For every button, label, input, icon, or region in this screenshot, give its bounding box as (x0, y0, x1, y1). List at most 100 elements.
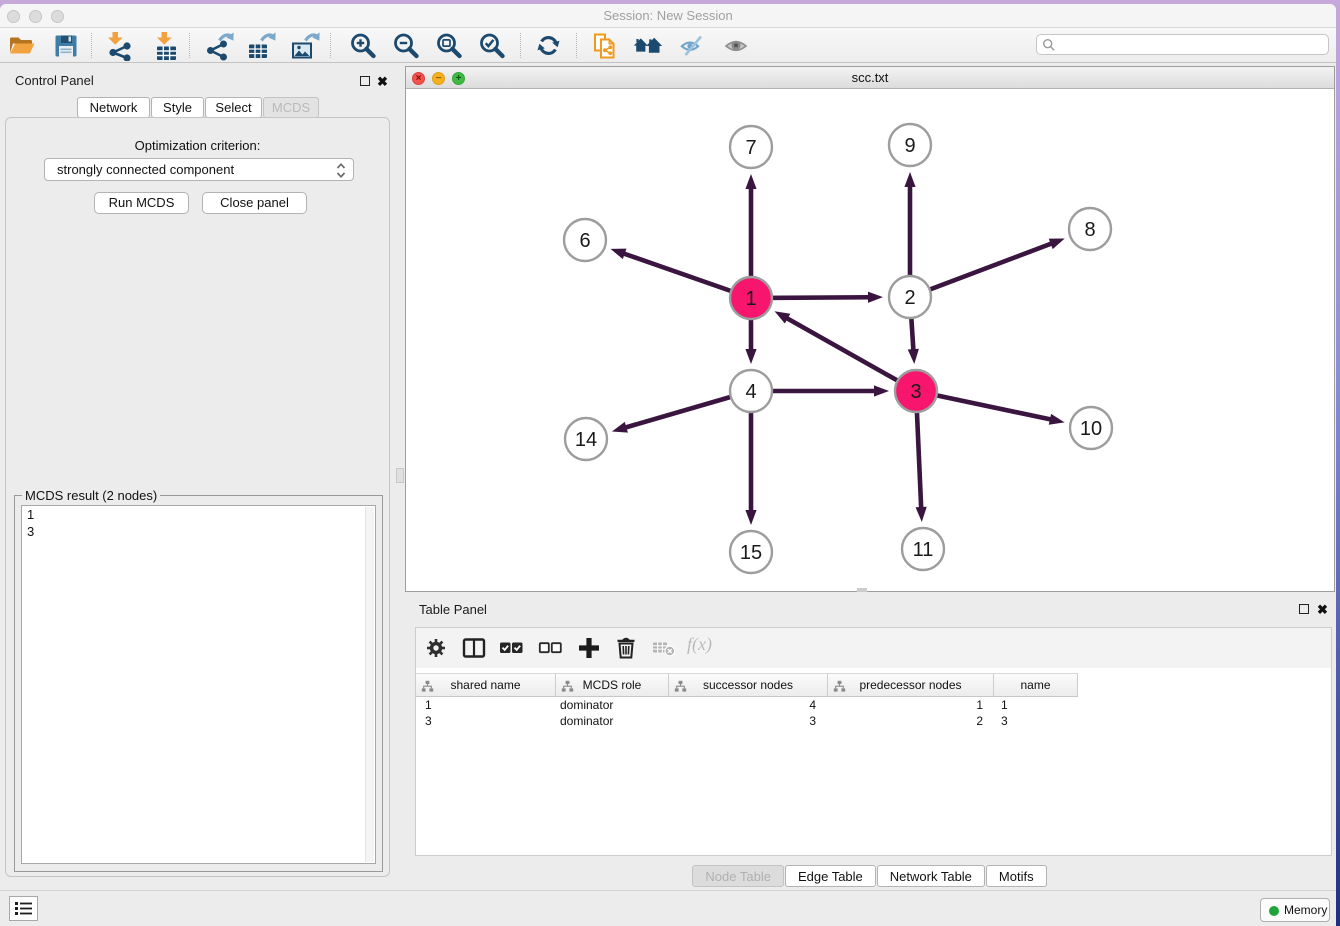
show-details-icon[interactable] (722, 31, 752, 61)
export-image-icon[interactable] (290, 31, 320, 61)
graph-node-2[interactable]: 2 (889, 276, 931, 318)
home-view-icon[interactable] (633, 31, 663, 61)
toolbar-separator (520, 33, 521, 58)
graph-node-7[interactable]: 7 (730, 126, 772, 168)
table-tab-network-table[interactable]: Network Table (877, 865, 985, 887)
table-panel-float-button[interactable] (1299, 604, 1309, 614)
graph-node-1[interactable]: 1 (730, 277, 772, 319)
export-network-icon[interactable] (204, 31, 234, 61)
add-column-icon[interactable] (575, 634, 603, 662)
run-mcds-button[interactable]: Run MCDS (94, 192, 189, 214)
open-session-icon[interactable] (7, 31, 37, 61)
table-cell[interactable]: dominator (556, 697, 669, 713)
graph-node-4[interactable]: 4 (730, 370, 772, 412)
copy-network-icon[interactable] (590, 31, 620, 61)
table-cell[interactable]: 2 (828, 713, 994, 729)
graph-node-8[interactable]: 8 (1069, 208, 1111, 250)
delete-column-icon[interactable] (612, 634, 640, 662)
graph-edge-3-1[interactable] (775, 311, 916, 391)
control-tab-mcds[interactable]: MCDS (263, 97, 319, 118)
toolbar-separator (91, 33, 92, 58)
table-row[interactable]: 1dominator411 (416, 697, 1078, 713)
select-all-icon[interactable] (497, 634, 525, 662)
table-cell[interactable]: dominator (556, 713, 669, 729)
column-type-icon (561, 680, 574, 693)
column-header-MCDS-role[interactable]: MCDS role (556, 673, 669, 697)
network-window-titlebar: × − + scc.txt (406, 67, 1334, 89)
table-row[interactable]: 3dominator323 (416, 713, 1078, 729)
graph-node-3[interactable]: 3 (895, 370, 937, 412)
column-header-successor-nodes[interactable]: successor nodes (669, 673, 828, 697)
network-window-title: scc.txt (406, 70, 1334, 85)
control-panel-title: Control Panel (15, 73, 94, 88)
table-cell[interactable]: 1 (994, 697, 1078, 713)
refresh-icon[interactable] (534, 31, 564, 61)
graph-node-9[interactable]: 9 (889, 124, 931, 166)
splitter-handle[interactable] (396, 468, 404, 483)
zoom-fit-icon[interactable] (434, 31, 464, 61)
table-cell[interactable]: 1 (828, 697, 994, 713)
graph-node-6[interactable]: 6 (564, 219, 606, 261)
graph-node-11[interactable]: 11 (902, 528, 944, 570)
graph-edge-2-8[interactable] (910, 239, 1065, 297)
table-cell[interactable]: 3 (416, 713, 556, 729)
table-header: shared nameMCDS rolesuccessor nodesprede… (416, 673, 1078, 697)
gear-icon[interactable] (422, 634, 450, 662)
toolbar-separator (189, 33, 190, 58)
split-panel-icon[interactable] (460, 634, 488, 662)
table-tab-edge-table[interactable]: Edge Table (785, 865, 876, 887)
graph-node-10[interactable]: 10 (1070, 407, 1112, 449)
result-scrollbar[interactable] (365, 507, 374, 862)
svg-text:11: 11 (913, 539, 934, 561)
delete-table-icon[interactable] (650, 634, 678, 662)
import-network-icon[interactable] (104, 31, 134, 61)
graph-node-14[interactable]: 14 (565, 418, 607, 460)
zoom-out-icon[interactable] (391, 31, 421, 61)
zoom-selected-icon[interactable] (477, 31, 507, 61)
table-cell[interactable]: 1 (416, 697, 556, 713)
zoom-in-icon[interactable] (348, 31, 378, 61)
save-session-icon[interactable] (51, 31, 81, 61)
toolbar-separator (330, 33, 331, 58)
column-header-shared-name[interactable]: shared name (416, 673, 556, 697)
import-table-icon[interactable] (150, 31, 180, 61)
table-tab-motifs[interactable]: Motifs (986, 865, 1047, 887)
search-box[interactable] (1036, 34, 1329, 55)
criterion-dropdown[interactable]: strongly connected component (44, 158, 354, 181)
deselect-all-icon[interactable] (536, 634, 564, 662)
control-panel-close-icon[interactable]: ✖ (377, 76, 388, 87)
table-panel-close-icon[interactable]: ✖ (1317, 604, 1328, 615)
svg-text:7: 7 (745, 137, 756, 159)
column-type-icon (833, 680, 846, 693)
close-panel-button[interactable]: Close panel (202, 192, 307, 214)
hide-details-icon[interactable] (678, 31, 708, 61)
function-builder-icon[interactable]: f(x) (687, 634, 715, 662)
control-tab-network[interactable]: Network (77, 97, 150, 118)
export-table-icon[interactable] (246, 31, 276, 61)
task-history-button[interactable] (9, 896, 38, 921)
table-cell[interactable]: 3 (669, 713, 828, 729)
column-header-name[interactable]: name (994, 673, 1078, 697)
graph-edge-3-10[interactable] (916, 391, 1065, 425)
network-resize-handle[interactable] (857, 588, 867, 592)
table-container: f(x) shared nameMCDS rolesuccessor nodes… (415, 627, 1332, 856)
control-panel-tabs: NetworkStyleSelectMCDS (77, 97, 320, 118)
memory-button[interactable]: Memory (1260, 898, 1330, 922)
table-tabs: Node TableEdge TableNetwork TableMotifs (405, 865, 1335, 887)
svg-text:2: 2 (904, 287, 915, 309)
mcds-result-area[interactable]: 13 (21, 505, 376, 864)
graph-edge-1-6[interactable] (610, 249, 751, 298)
column-type-icon (674, 680, 687, 693)
network-canvas[interactable]: 1 2 3 4 6 7 8 9 10 11 14 15 (406, 89, 1334, 591)
control-tab-style[interactable]: Style (151, 97, 204, 118)
control-tab-select[interactable]: Select (205, 97, 262, 118)
toolbar-separator (576, 33, 577, 58)
graph-node-15[interactable]: 15 (730, 531, 772, 573)
search-input[interactable] (1059, 36, 1324, 53)
network-window: × − + scc.txt 1 2 3 4 6 7 8 9 10 11 14 15 (405, 66, 1335, 592)
table-cell[interactable]: 4 (669, 697, 828, 713)
table-cell[interactable]: 3 (994, 713, 1078, 729)
table-tab-node-table[interactable]: Node Table (692, 865, 784, 887)
column-header-predecessor-nodes[interactable]: predecessor nodes (828, 673, 994, 697)
control-panel-float-button[interactable] (360, 76, 370, 86)
